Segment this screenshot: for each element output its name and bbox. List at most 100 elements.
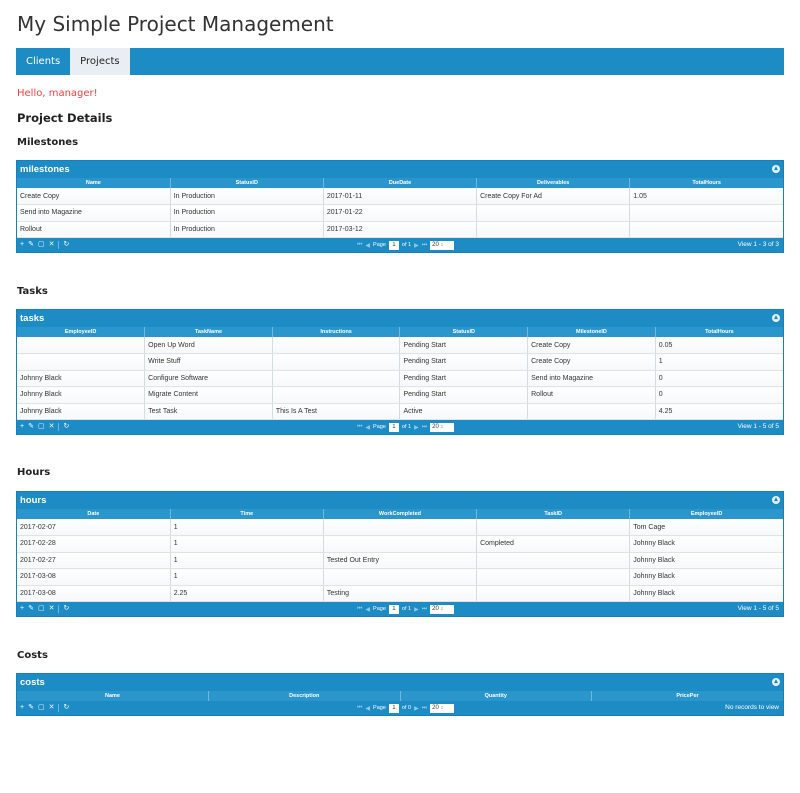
next-page-icon[interactable]: ▶ (414, 424, 419, 431)
add-icon[interactable]: + (20, 605, 24, 613)
table-cell: Tested Out Entry (323, 552, 478, 569)
table-cell: Johnny Black (629, 535, 783, 553)
page-size-select[interactable]: 20 (430, 703, 455, 713)
collapse-icon[interactable]: ▴ (772, 678, 780, 686)
refresh-icon[interactable]: ↻ (63, 704, 69, 712)
collapse-icon[interactable]: ▴ (772, 165, 780, 173)
table-row[interactable]: Write Stuff Pending Start Create Copy 1 (17, 353, 783, 371)
column-header[interactable]: TaskName (144, 327, 273, 337)
column-header[interactable]: Date (17, 509, 171, 519)
first-page-icon[interactable]: ⏮ (357, 242, 362, 249)
table-cell (629, 204, 783, 222)
column-header[interactable]: TotalHours (655, 327, 783, 337)
page-size-select[interactable]: 20 (430, 422, 455, 432)
column-header[interactable]: EmployeeID (17, 327, 146, 337)
column-header[interactable]: StatusID (170, 178, 324, 188)
column-header[interactable]: Quantity (400, 691, 592, 701)
page-number-input[interactable] (388, 240, 399, 250)
column-header[interactable]: WorkCompleted (323, 509, 478, 519)
column-header[interactable]: StatusID (399, 327, 529, 337)
collapse-icon[interactable]: ▴ (772, 496, 780, 504)
column-header[interactable]: Deliverables (476, 178, 631, 188)
next-page-icon[interactable]: ▶ (414, 242, 419, 249)
view-icon[interactable]: ▢ (38, 423, 45, 431)
table-cell: Create Copy (527, 353, 656, 371)
column-header[interactable]: Name (17, 691, 209, 701)
view-icon[interactable]: ▢ (38, 241, 45, 249)
edit-icon[interactable]: ✎ (28, 241, 34, 249)
page-size-select[interactable]: 20 (430, 604, 455, 614)
table-row[interactable]: Send into Magazine In Production 2017-01-2… (17, 204, 783, 222)
view-icon[interactable]: ▢ (38, 704, 45, 712)
table-row[interactable]: Johnny Black Migrate Content Pending Start… (17, 386, 783, 404)
prev-page-icon[interactable]: ◀ (365, 424, 370, 431)
table-row[interactable]: 2017-03-08 1 Johnny Black (17, 568, 783, 586)
column-header[interactable]: Name (17, 178, 171, 188)
column-header[interactable]: TotalHours (629, 178, 783, 188)
last-page-icon[interactable]: ⏭ (422, 242, 427, 249)
table-row[interactable]: Open Up Word Pending Start Create Copy 0.05 (17, 337, 783, 354)
table-row[interactable]: 2017-02-28 1 Completed Johnny Black (17, 535, 783, 553)
column-header[interactable]: PricePer (591, 691, 783, 701)
add-icon[interactable]: + (20, 241, 24, 249)
refresh-icon[interactable]: ↻ (63, 423, 69, 431)
first-page-icon[interactable]: ⏮ (357, 424, 362, 431)
column-header[interactable]: MilestoneID (527, 327, 656, 337)
page-title: My Simple Project Management (17, 12, 334, 36)
prev-page-icon[interactable]: ◀ (365, 705, 370, 712)
delete-icon[interactable]: ✕ (49, 241, 55, 249)
table-cell: Johnny Black (17, 403, 146, 420)
refresh-icon[interactable]: ↻ (63, 605, 69, 613)
delete-icon[interactable]: ✕ (49, 704, 55, 712)
table-row[interactable]: 2017-02-07 1 Tom Cage (17, 519, 783, 536)
add-icon[interactable]: + (20, 704, 24, 712)
add-icon[interactable]: + (20, 423, 24, 431)
last-page-icon[interactable]: ⏭ (422, 606, 427, 613)
toolbar-divider (58, 704, 60, 712)
tab-clients[interactable]: Clients (16, 48, 70, 75)
table-cell: Pending Start (399, 386, 529, 404)
table-cell: In Production (170, 188, 324, 205)
table-row[interactable]: Rollout In Production 2017-03-12 (17, 221, 783, 238)
edit-icon[interactable]: ✎ (28, 704, 34, 712)
column-header[interactable]: Instructions (272, 327, 401, 337)
delete-icon[interactable]: ✕ (49, 423, 55, 431)
tasks-grid: tasks ▴ EmployeeID TaskName Instructions Stat… (16, 309, 784, 435)
table-row[interactable]: Create Copy In Production 2017-01-11 Create… (17, 188, 783, 205)
table-row[interactable]: 2017-02-27 1 Tested Out Entry Johnny Black (17, 552, 783, 569)
next-page-icon[interactable]: ▶ (414, 606, 419, 613)
prev-page-icon[interactable]: ◀ (365, 606, 370, 613)
delete-icon[interactable]: ✕ (49, 605, 55, 613)
collapse-icon[interactable]: ▴ (772, 314, 780, 322)
table-cell: Rollout (527, 386, 656, 404)
table-cell: Send into Magazine (527, 370, 656, 387)
table-cell: In Production (170, 221, 324, 238)
page-number-input[interactable] (388, 703, 399, 713)
column-header[interactable]: Description (208, 691, 401, 701)
refresh-icon[interactable]: ↻ (63, 241, 69, 249)
first-page-icon[interactable]: ⏮ (357, 606, 362, 613)
table-row[interactable]: Johnny Black Configure Software Pending St… (17, 370, 783, 387)
last-page-icon[interactable]: ⏭ (422, 424, 427, 431)
table-cell: This Is A Test (272, 403, 401, 420)
last-page-icon[interactable]: ⏭ (422, 705, 427, 712)
table-row[interactable]: 2017-03-08 2.25 Testing Johnny Black (17, 585, 783, 602)
next-page-icon[interactable]: ▶ (414, 705, 419, 712)
table-row[interactable]: Johnny Black Test Task This Is A Test Activ… (17, 403, 783, 420)
edit-icon[interactable]: ✎ (28, 605, 34, 613)
tab-projects[interactable]: Projects (70, 48, 130, 75)
page-number-input[interactable] (388, 422, 399, 432)
edit-icon[interactable]: ✎ (28, 423, 34, 431)
column-header[interactable]: Time (170, 509, 324, 519)
grid-caption: milestones ▴ (17, 161, 783, 178)
page-number-input[interactable] (388, 604, 399, 614)
page-label: Page (373, 705, 386, 711)
page-size-select[interactable]: 20 (430, 240, 455, 250)
table-cell: Johnny Black (629, 568, 783, 586)
column-header[interactable]: EmployeeID (629, 509, 783, 519)
first-page-icon[interactable]: ⏮ (357, 705, 362, 712)
prev-page-icon[interactable]: ◀ (365, 242, 370, 249)
view-icon[interactable]: ▢ (38, 605, 45, 613)
column-header[interactable]: TaskID (476, 509, 631, 519)
column-header[interactable]: DueDate (323, 178, 478, 188)
